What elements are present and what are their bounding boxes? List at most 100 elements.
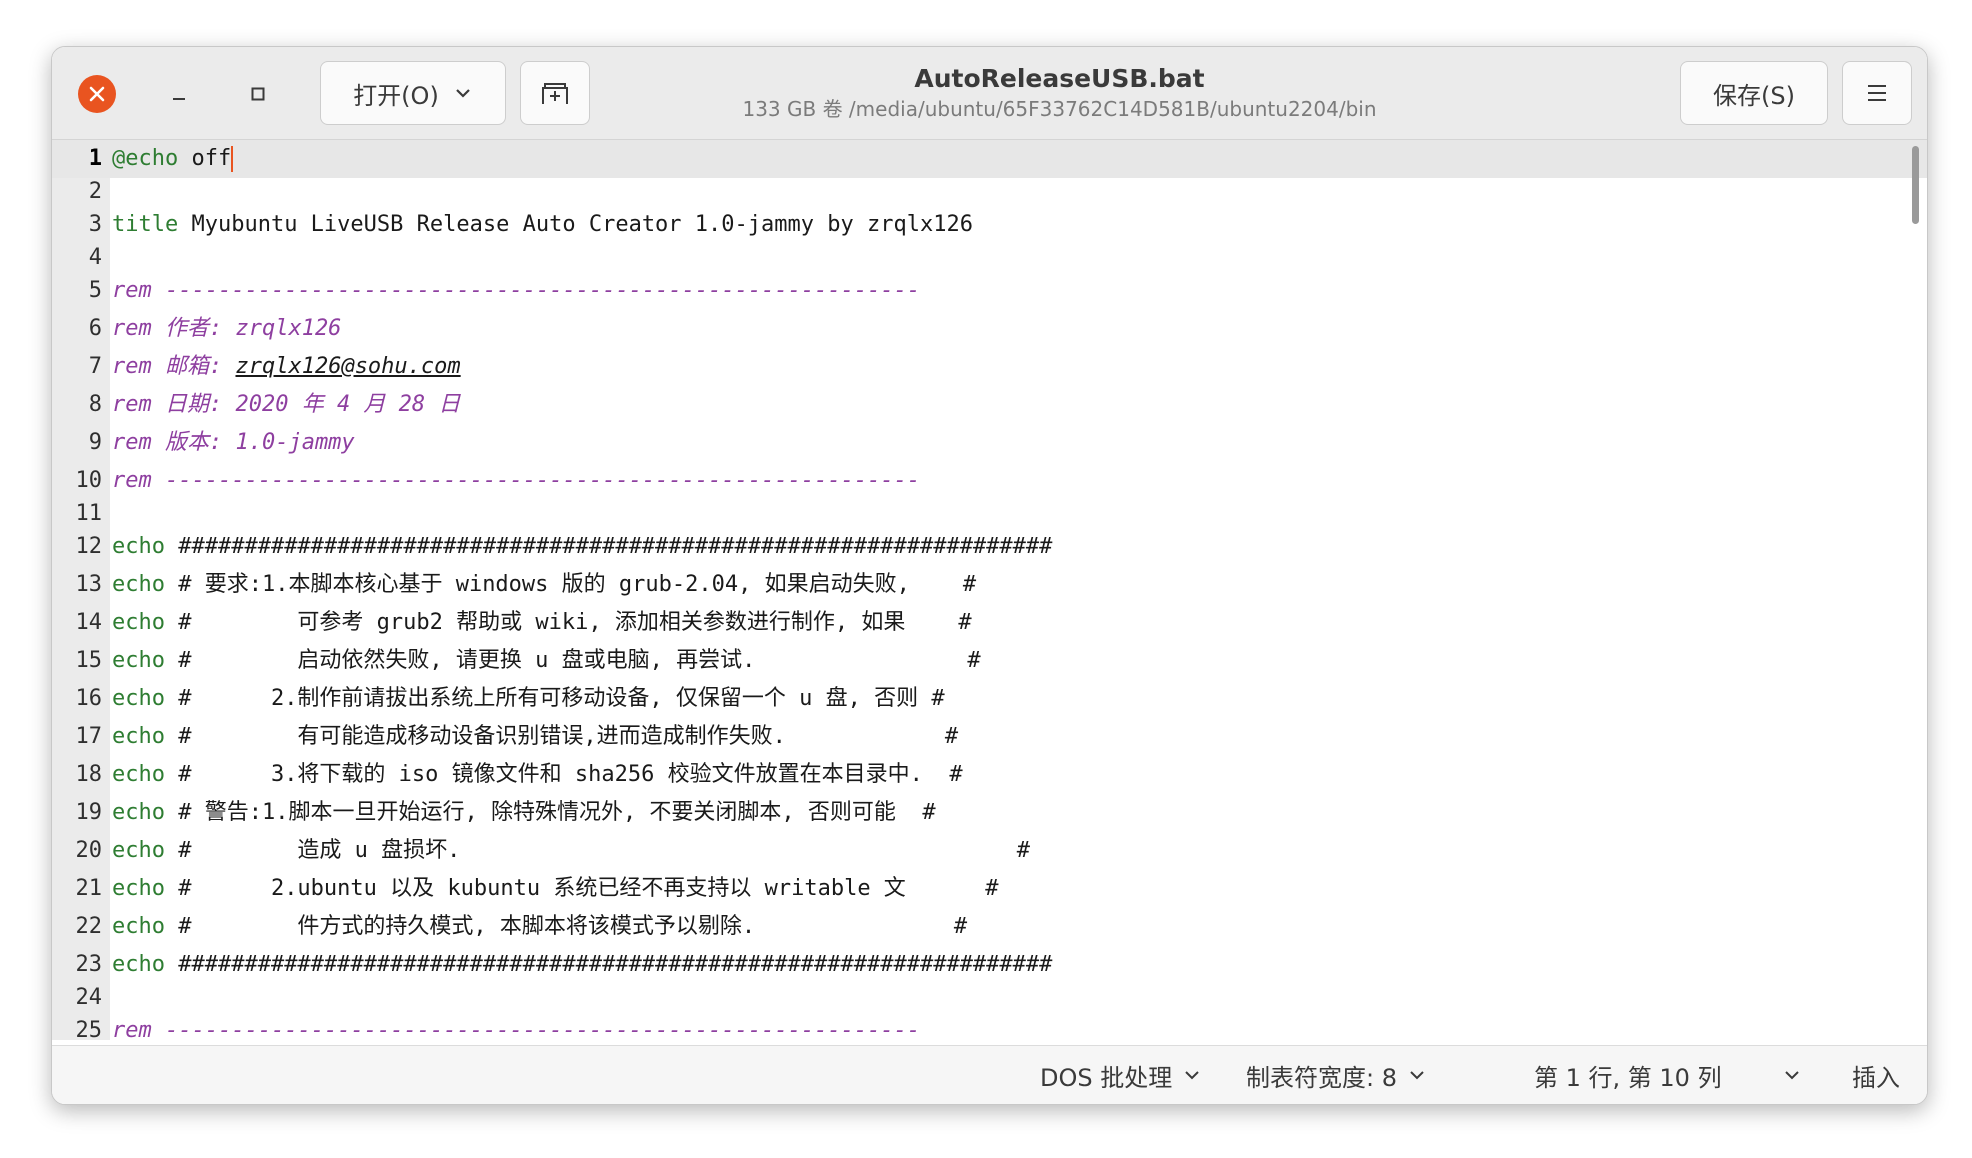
line-number: 14 xyxy=(75,610,103,635)
line-content: rem ------------------------------------… xyxy=(110,462,1927,500)
line-content: echo # 要求:1.本脚本核心基于 windows 版的 grub-2.04… xyxy=(110,566,1927,604)
window-title: AutoReleaseUSB.bat xyxy=(914,64,1205,93)
position-menu-button[interactable] xyxy=(1782,1046,1802,1104)
minimize-icon xyxy=(173,98,185,100)
line-number: 22 xyxy=(75,914,103,939)
line-content: echo # 有可能造成移动设备识别错误,进而造成制作失败. # xyxy=(110,718,1927,756)
code-line[interactable]: 21 echo # 2.ubuntu 以及 kubuntu 系统已经不再支持以 w… xyxy=(52,870,1927,908)
code-text: # 件方式的持久模式, 本脚本将该模式予以剔除. # xyxy=(164,914,968,939)
main-menu-button[interactable] xyxy=(1842,61,1912,125)
keyword-text: echo xyxy=(112,838,165,863)
code-text: # 有可能造成移动设备识别错误,进而造成制作失败. # xyxy=(164,724,959,749)
chevron-down-icon xyxy=(1185,1071,1199,1080)
code-line[interactable]: 10 rem ----------------------------------… xyxy=(52,462,1927,500)
line-content: echo # 可参考 grub2 帮助或 wiki, 添加相关参数进行制作, 如… xyxy=(110,604,1927,642)
line-number: 24 xyxy=(75,985,103,1010)
window-subtitle: 133 GB 卷 /media/ubuntu/65F33762C14D581B/… xyxy=(742,97,1377,121)
email-link[interactable]: zrqlx126@sohu.com xyxy=(235,354,460,379)
code-line[interactable]: 7 rem 邮箱: zrqlx126@sohu.com xyxy=(52,348,1927,386)
line-number: 3 xyxy=(88,212,102,237)
minimize-button[interactable] xyxy=(160,75,198,113)
tab-width-label: 制表符宽度: 8 xyxy=(1246,1063,1397,1092)
language-selector[interactable]: DOS 批处理 xyxy=(1040,1046,1202,1104)
line-number: 9 xyxy=(88,430,102,455)
line-content: echo # 警告:1.脚本一旦开始运行, 除特殊情况外, 不要关闭脚本, 否则… xyxy=(110,794,1927,832)
keyword-text: echo xyxy=(112,800,165,825)
code-line[interactable]: 11 xyxy=(52,500,1927,528)
close-button[interactable] xyxy=(78,75,116,113)
code-line[interactable]: 4 xyxy=(52,244,1927,272)
line-number: 25 xyxy=(75,1018,103,1040)
line-number: 5 xyxy=(88,278,102,303)
line-number: 13 xyxy=(75,572,103,597)
line-content: rem 日期: 2020 年 4 月 28 日 xyxy=(110,386,1927,424)
code-line[interactable]: 25 rem ----------------------------------… xyxy=(52,1012,1927,1040)
maximize-button[interactable] xyxy=(239,75,277,113)
code-line[interactable]: 13 echo # 要求:1.本脚本核心基于 windows 版的 grub-2.… xyxy=(52,566,1927,604)
chevron-down-icon xyxy=(456,89,470,98)
open-button[interactable]: 打开(O) xyxy=(320,61,506,125)
keyword-text: echo xyxy=(112,648,165,673)
comment-text: rem 版本: 1.0-jammy xyxy=(112,430,355,455)
code-text: ########################################… xyxy=(164,952,1053,977)
line-number: 12 xyxy=(75,534,103,559)
code-line[interactable]: 15 echo # 启动依然失败, 请更换 u 盘或电脑, 再尝试. # xyxy=(52,642,1927,680)
code-line[interactable]: 2 xyxy=(52,178,1927,206)
editor-window: 打开(O) AutoReleaseUSB.bat 133 GB 卷 /media… xyxy=(51,46,1928,1105)
code-line[interactable]: 18 echo # 3.将下载的 iso 镜像文件和 sha256 校验文件放置在… xyxy=(52,756,1927,794)
code-text: off xyxy=(178,146,232,171)
code-line[interactable]: 8 rem 日期: 2020 年 4 月 28 日 xyxy=(52,386,1927,424)
insert-mode-toggle[interactable]: 插入 xyxy=(1852,1046,1900,1104)
line-content: echo ###################################… xyxy=(110,946,1927,984)
code-line[interactable]: 14 echo # 可参考 grub2 帮助或 wiki, 添加相关参数进行制作,… xyxy=(52,604,1927,642)
keyword-text: echo xyxy=(112,572,165,597)
language-label: DOS 批处理 xyxy=(1040,1063,1173,1092)
line-number: 11 xyxy=(75,501,103,526)
comment-text: rem ------------------------------------… xyxy=(112,278,920,303)
line-content: rem 作者: zrqlx126 xyxy=(110,310,1927,348)
comment-text: rem ------------------------------------… xyxy=(112,468,920,493)
code-line[interactable]: 17 echo # 有可能造成移动设备识别错误,进而造成制作失败. # xyxy=(52,718,1927,756)
text-caret xyxy=(231,146,234,172)
text-editor[interactable]: 1 @echo off 2 3 title Myubuntu LiveUSB Relea… xyxy=(52,140,1927,1040)
line-number: 6 xyxy=(88,316,102,341)
code-line[interactable]: 3 title Myubuntu LiveUSB Release Auto Cre… xyxy=(52,206,1927,244)
comment-text: rem 作者: zrqlx126 xyxy=(112,316,342,341)
line-content: echo ###################################… xyxy=(110,528,1927,566)
line-content: title Myubuntu LiveUSB Release Auto Crea… xyxy=(110,206,1927,244)
line-content: echo # 启动依然失败, 请更换 u 盘或电脑, 再尝试. # xyxy=(110,642,1927,680)
line-content: rem 邮箱: zrqlx126@sohu.com xyxy=(110,348,1927,386)
code-line[interactable]: 5 rem -----------------------------------… xyxy=(52,272,1927,310)
keyword-text: echo xyxy=(112,952,165,977)
code-line[interactable]: 19 echo # 警告:1.脚本一旦开始运行, 除特殊情况外, 不要关闭脚本, … xyxy=(52,794,1927,832)
vertical-scrollbar[interactable] xyxy=(1912,146,1919,224)
code-line[interactable]: 16 echo # 2.制作前请拔出系统上所有可移动设备, 仅保留一个 u 盘, … xyxy=(52,680,1927,718)
line-number: 7 xyxy=(88,354,102,379)
insert-mode-label: 插入 xyxy=(1852,1063,1900,1092)
line-content: echo # 3.将下载的 iso 镜像文件和 sha256 校验文件放置在本目… xyxy=(110,756,1927,794)
chevron-down-icon xyxy=(1410,1071,1424,1080)
code-text: # 警告:1.脚本一旦开始运行, 除特殊情况外, 不要关闭脚本, 否则可能 # xyxy=(164,800,936,825)
code-line[interactable]: 23 echo #################################… xyxy=(52,946,1927,984)
code-line[interactable]: 1 @echo off xyxy=(52,140,1927,178)
code-line[interactable]: 6 rem 作者: zrqlx126 xyxy=(52,310,1927,348)
line-number: 18 xyxy=(75,762,103,787)
cursor-position-label: 第 1 行, 第 10 列 xyxy=(1534,1063,1722,1092)
save-button[interactable]: 保存(S) xyxy=(1680,61,1828,125)
close-icon xyxy=(89,86,105,102)
code-text: # 可参考 grub2 帮助或 wiki, 添加相关参数进行制作, 如果 # xyxy=(164,610,972,635)
code-text: # 要求:1.本脚本核心基于 windows 版的 grub-2.04, 如果启… xyxy=(164,572,977,597)
keyword-text: echo xyxy=(112,914,165,939)
code-line[interactable]: 20 echo # 造成 u 盘损坏. # xyxy=(52,832,1927,870)
hamburger-menu-icon xyxy=(1868,85,1886,101)
code-line[interactable]: 22 echo # 件方式的持久模式, 本脚本将该模式予以剔除. # xyxy=(52,908,1927,946)
code-line[interactable]: 12 echo #################################… xyxy=(52,528,1927,566)
line-content: echo # 2.ubuntu 以及 kubuntu 系统已经不再支持以 wri… xyxy=(110,870,1927,908)
tab-width-selector[interactable]: 制表符宽度: 8 xyxy=(1246,1046,1427,1104)
code-line[interactable]: 24 xyxy=(52,984,1927,1012)
new-tab-button[interactable] xyxy=(520,61,590,125)
line-number: 1 xyxy=(88,146,102,171)
status-bar: DOS 批处理 制表符宽度: 8 第 1 行, 第 10 列 插入 xyxy=(52,1045,1927,1104)
code-line[interactable]: 9 rem 版本: 1.0-jammy xyxy=(52,424,1927,462)
keyword-text: echo xyxy=(112,610,165,635)
